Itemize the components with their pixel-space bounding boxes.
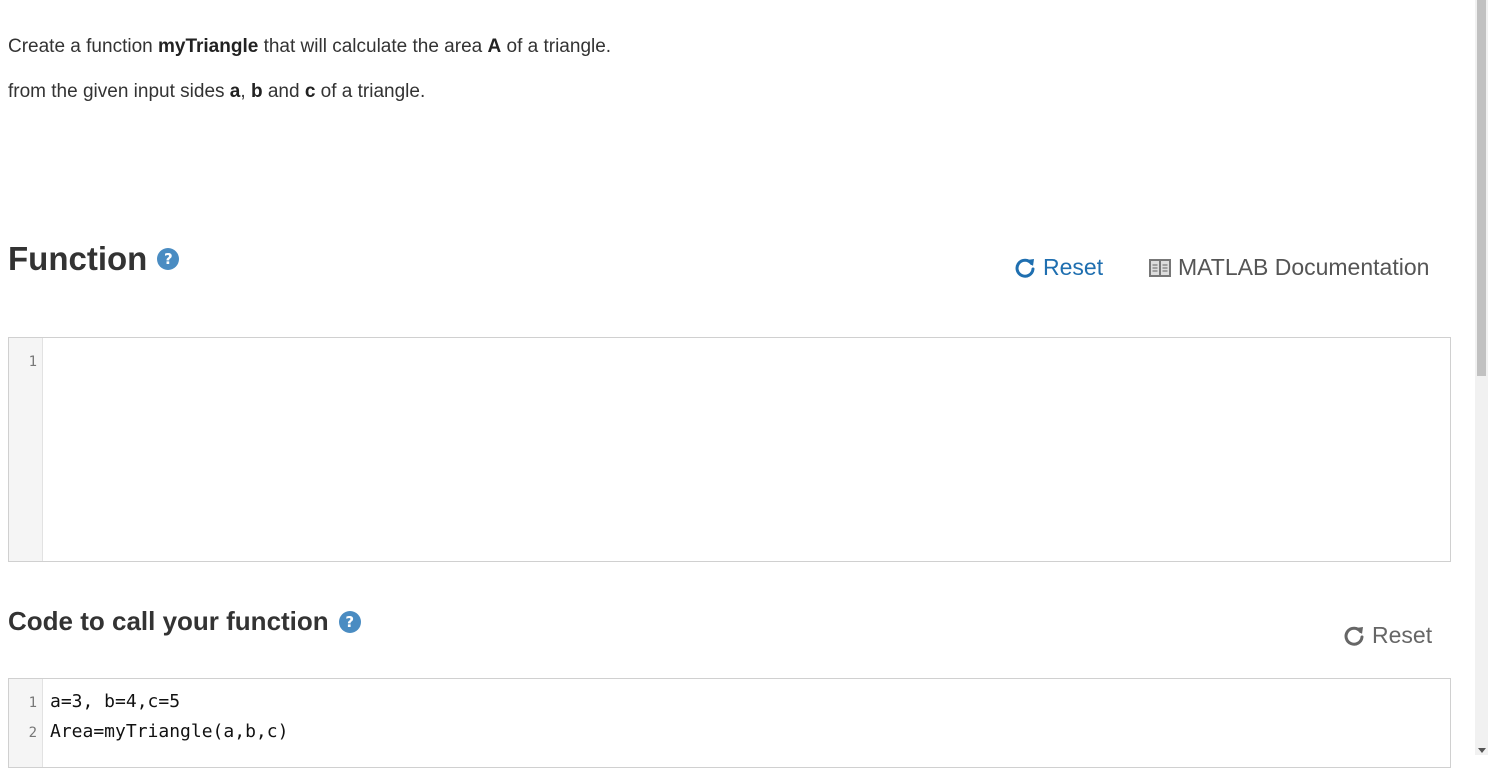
- description-text: ,: [240, 81, 251, 102]
- section-title-text: Code to call your function: [8, 606, 329, 636]
- code-line[interactable]: Area=myTriangle(a,b,c): [50, 721, 288, 742]
- matlab-documentation-link[interactable]: MATLAB Documentation: [1148, 254, 1429, 281]
- book-icon: [1149, 258, 1171, 277]
- call-section-title: Code to call your function ?: [8, 606, 361, 637]
- side-a-variable: a: [229, 81, 241, 102]
- description-text: of a triangle.: [315, 81, 426, 102]
- reset-label: Reset: [1372, 622, 1433, 648]
- scrollbar-thumb[interactable]: [1477, 0, 1486, 376]
- reset-label: Reset: [1043, 254, 1104, 280]
- problem-description-line-2: from the given input sides a, b and c of…: [8, 81, 425, 103]
- section-title-text: Function: [8, 240, 148, 277]
- description-text: and: [262, 81, 305, 102]
- line-number-gutter: 1: [9, 338, 43, 561]
- function-name: myTriangle: [157, 36, 259, 57]
- help-icon[interactable]: ?: [157, 248, 180, 270]
- line-number: 2: [28, 725, 37, 741]
- description-text: that will calculate the area: [258, 36, 488, 57]
- code-line[interactable]: a=3, b=4,c=5: [50, 691, 180, 712]
- function-code-editor[interactable]: 1: [8, 337, 1451, 562]
- line-number: 1: [28, 354, 37, 370]
- area-variable: A: [487, 36, 502, 57]
- scroll-down-arrow-icon[interactable]: [1478, 748, 1486, 753]
- description-text: of a triangle.: [501, 36, 612, 57]
- function-section-title: Function ?: [8, 240, 180, 278]
- side-b-variable: b: [250, 81, 263, 102]
- line-number-gutter: 1 2: [9, 679, 43, 767]
- reset-icon: [1015, 258, 1035, 278]
- description-text: from the given input sides: [8, 81, 230, 102]
- line-number: 1: [28, 695, 37, 711]
- problem-description-line-1: Create a function myTriangle that will c…: [8, 36, 611, 58]
- page-scrollbar[interactable]: [1475, 0, 1488, 755]
- side-c-variable: c: [304, 81, 316, 102]
- problem-page: Create a function myTriangle that will c…: [8, 0, 1453, 768]
- description-text: Create a function: [8, 36, 158, 57]
- reset-icon: [1344, 626, 1364, 646]
- call-reset-button[interactable]: Reset: [1342, 622, 1432, 649]
- documentation-label: MATLAB Documentation: [1178, 254, 1430, 280]
- help-icon[interactable]: ?: [338, 610, 361, 633]
- function-reset-button[interactable]: Reset: [1013, 254, 1103, 281]
